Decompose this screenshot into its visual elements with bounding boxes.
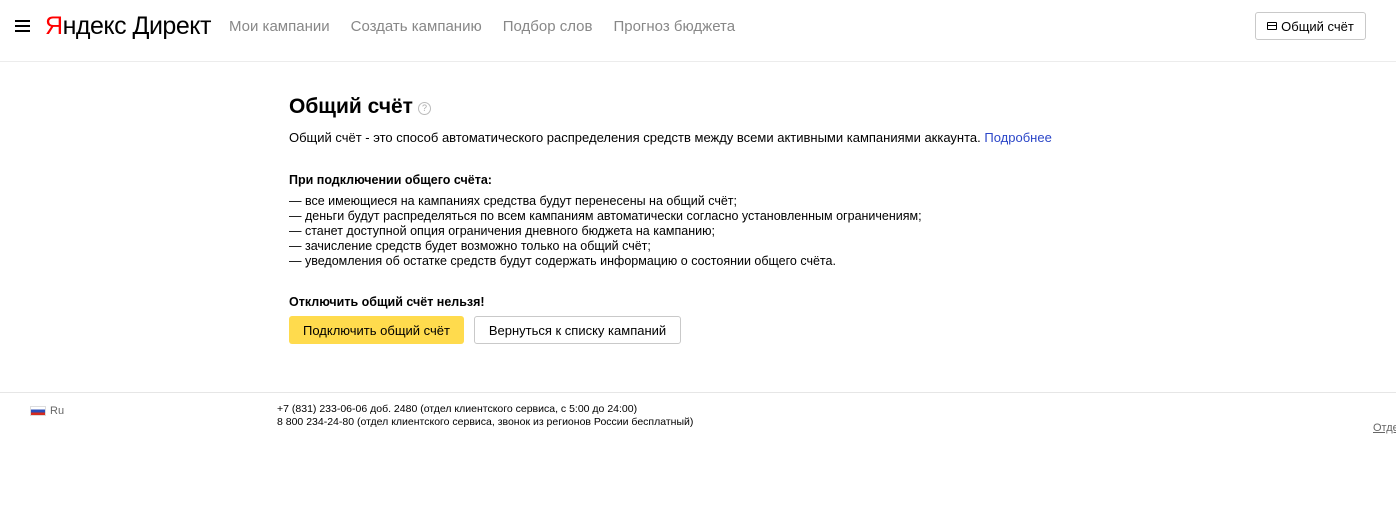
nav-my-campaigns[interactable]: Мои кампании xyxy=(229,17,330,37)
page-heading: Общий счёт? xyxy=(289,94,1189,120)
footer-department-link[interactable]: Отде xyxy=(1373,422,1396,434)
shared-account-button-label: Общий счёт xyxy=(1281,18,1354,34)
help-icon[interactable]: ? xyxy=(417,101,431,115)
nav-keyword-selection[interactable]: Подбор слов xyxy=(503,17,593,37)
back-to-campaigns-button[interactable]: Вернуться к списку кампаний xyxy=(474,316,681,344)
list-item: — все имеющиеся на кампаниях средства бу… xyxy=(289,194,737,208)
nav-create-campaign[interactable]: Создать кампанию xyxy=(351,17,482,37)
logo-product-name: Директ xyxy=(132,12,212,40)
page-title: Общий счёт xyxy=(289,95,413,118)
warning-text: Отключить общий счёт нельзя! xyxy=(289,295,485,309)
language-label: Ru xyxy=(50,405,65,417)
list-item: — уведомления об остатке средств будут с… xyxy=(289,254,836,268)
more-info-link[interactable]: Подробнее xyxy=(984,130,1051,145)
conditions-list: — все имеющиеся на кампаниях средства бу… xyxy=(289,194,922,269)
burger-line xyxy=(15,30,30,32)
top-header: Яндекс Директ Мои кампании Создать кампа… xyxy=(0,0,1396,62)
burger-line xyxy=(15,20,30,22)
footer-divider xyxy=(0,392,1396,393)
main-content: Общий счёт? Общий счёт - это способ авто… xyxy=(289,94,1189,344)
logo-brand-first-letter: Я xyxy=(45,12,63,40)
main-nav: Мои кампании Создать кампанию Подбор сло… xyxy=(229,17,756,37)
list-item: — деньги будут распределяться по всем ка… xyxy=(289,209,922,223)
russia-flag-icon xyxy=(30,406,46,416)
language-switcher[interactable]: Ru xyxy=(30,405,64,417)
enable-shared-account-button[interactable]: Подключить общий счёт xyxy=(289,316,464,344)
phone-line: 8 800 234-24-80 (отдел клиентского серви… xyxy=(277,416,694,428)
burger-menu-icon[interactable] xyxy=(15,20,30,32)
intro-paragraph: Общий счёт - это способ автоматического … xyxy=(289,130,1052,146)
list-item: — зачисление средств будет возможно толь… xyxy=(289,239,651,253)
phone-line: +7 (831) 233-06-06 доб. 2480 (отдел клие… xyxy=(277,403,638,415)
intro-text: Общий счёт - это способ автоматического … xyxy=(289,130,981,145)
list-item: — станет доступной опция ограничения дне… xyxy=(289,224,715,238)
yandex-direct-logo[interactable]: Яндекс Директ xyxy=(45,11,211,41)
burger-line xyxy=(15,25,30,27)
logo-brand-rest: ндекс xyxy=(62,12,127,40)
wallet-icon xyxy=(1267,22,1278,30)
shared-account-button[interactable]: Общий счёт xyxy=(1255,12,1366,40)
nav-budget-forecast[interactable]: Прогноз бюджета xyxy=(613,17,735,37)
footer-contacts: +7 (831) 233-06-06 доб. 2480 (отдел клие… xyxy=(277,403,693,429)
conditions-heading: При подключении общего счёта: xyxy=(289,173,492,187)
